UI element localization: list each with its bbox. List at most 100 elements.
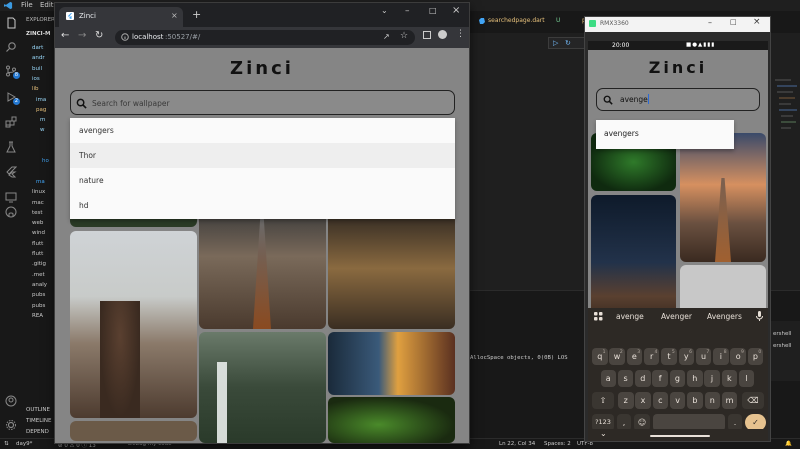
settings-gear-icon[interactable] bbox=[5, 419, 17, 431]
suggestion-item[interactable]: hd bbox=[70, 193, 455, 218]
wallpaper-image[interactable] bbox=[70, 421, 197, 441]
tree-item[interactable]: web bbox=[32, 220, 43, 227]
letter-key[interactable]: w2 bbox=[609, 348, 625, 365]
letter-key[interactable]: r4 bbox=[643, 348, 660, 365]
tree-item[interactable]: mac bbox=[32, 200, 44, 207]
notifications-icon[interactable]: 🔔 bbox=[785, 441, 792, 447]
emu-close-icon[interactable]: × bbox=[753, 17, 761, 27]
wallpaper-image[interactable] bbox=[328, 208, 455, 329]
new-tab-icon[interactable]: + bbox=[192, 8, 201, 21]
tab-search-chevron-icon[interactable]: ⌄ bbox=[381, 6, 388, 15]
minimize-icon[interactable]: – bbox=[405, 6, 410, 16]
letter-key[interactable]: q1 bbox=[592, 348, 608, 365]
remote-indicator-icon[interactable]: ⇅ bbox=[4, 441, 9, 447]
suggestion-item[interactable]: Thor bbox=[70, 143, 455, 168]
section-outline[interactable]: OUTLINE bbox=[26, 407, 50, 414]
tree-item[interactable]: linux bbox=[32, 189, 45, 196]
search-input[interactable]: Search for wallpaper bbox=[70, 90, 455, 115]
hide-keyboard-icon[interactable]: ⌄ bbox=[600, 429, 607, 438]
letter-key[interactable]: k bbox=[721, 370, 738, 387]
tree-item[interactable]: .gitig bbox=[32, 261, 46, 268]
section-dependencies[interactable]: DEPEND bbox=[26, 429, 49, 436]
cursor-position[interactable]: Ln 22, Col 34 bbox=[499, 441, 535, 447]
emu-minimize-icon[interactable]: – bbox=[708, 18, 712, 27]
tree-item[interactable]: REA bbox=[32, 313, 43, 320]
site-info-icon[interactable] bbox=[121, 33, 129, 41]
suggestion-item[interactable]: nature bbox=[70, 168, 455, 193]
tree-item[interactable]: dart bbox=[32, 45, 43, 52]
letter-key[interactable]: p0 bbox=[747, 348, 764, 365]
tree-item[interactable]: flutt bbox=[32, 241, 43, 248]
tree-item[interactable]: andr bbox=[32, 55, 45, 62]
tree-item[interactable]: pubs bbox=[32, 303, 45, 310]
section-timeline[interactable]: TIMELINE bbox=[26, 418, 51, 425]
bookmark-star-icon[interactable]: ☆ bbox=[400, 31, 408, 41]
reload-icon[interactable]: ↻ bbox=[95, 30, 103, 41]
tree-item[interactable]: analy bbox=[32, 282, 47, 289]
terminal-item-1[interactable]: ershell bbox=[773, 331, 791, 337]
tree-item[interactable]: ima bbox=[36, 97, 46, 104]
close-window-icon[interactable]: × bbox=[452, 5, 460, 16]
letter-key[interactable]: l bbox=[738, 370, 755, 387]
menu-edit[interactable]: Edit bbox=[40, 1, 54, 9]
letter-key[interactable]: c bbox=[652, 392, 669, 409]
home-gesture-bar[interactable] bbox=[650, 435, 710, 437]
tree-item[interactable]: lib bbox=[32, 86, 39, 93]
extensions-icon[interactable] bbox=[5, 116, 17, 128]
letter-key[interactable]: j bbox=[704, 370, 720, 387]
account-icon[interactable] bbox=[5, 395, 17, 407]
search-icon[interactable] bbox=[5, 41, 17, 53]
debug-continue-icon[interactable]: ▷ bbox=[553, 39, 558, 47]
letter-key[interactable]: s bbox=[617, 370, 634, 387]
tree-item[interactable]: pubs bbox=[32, 292, 45, 299]
forward-icon[interactable]: → bbox=[78, 30, 86, 41]
wallpaper-image[interactable] bbox=[199, 208, 326, 329]
wallpaper-image[interactable] bbox=[199, 332, 326, 443]
terminal-item-2[interactable]: ershell bbox=[773, 343, 791, 349]
github-icon[interactable] bbox=[5, 206, 17, 218]
tree-item[interactable]: w bbox=[40, 127, 45, 134]
remote-explorer-icon[interactable] bbox=[5, 191, 17, 203]
address-bar[interactable]: localhost :50527/#/ ↗ ☆ bbox=[115, 30, 415, 45]
letter-key[interactable]: x bbox=[635, 392, 651, 409]
wallpaper-image[interactable] bbox=[328, 397, 455, 443]
letter-key[interactable]: v bbox=[669, 392, 686, 409]
flutter-icon[interactable] bbox=[5, 166, 17, 178]
letter-key[interactable]: g bbox=[669, 370, 686, 387]
letter-key[interactable]: e3 bbox=[626, 348, 643, 365]
chrome-menu-icon[interactable]: ⋮ bbox=[456, 29, 465, 39]
letter-key[interactable]: f bbox=[652, 370, 668, 387]
tree-item[interactable]: .met bbox=[32, 272, 45, 279]
letter-key[interactable]: t5 bbox=[661, 348, 677, 365]
wallpaper-image[interactable] bbox=[328, 332, 455, 395]
letter-key[interactable]: y6 bbox=[678, 348, 694, 365]
indentation[interactable]: Spaces: 2 bbox=[544, 441, 571, 447]
letter-key[interactable]: u7 bbox=[695, 348, 712, 365]
tree-item[interactable]: wind bbox=[32, 230, 45, 237]
tree-item[interactable]: pag bbox=[36, 107, 46, 114]
files-icon[interactable] bbox=[5, 17, 17, 29]
testing-icon[interactable] bbox=[5, 141, 17, 153]
wallpaper-image[interactable] bbox=[680, 133, 766, 262]
tab-searchedpage[interactable]: searchedpage.dart bbox=[488, 17, 545, 24]
letter-key[interactable]: m bbox=[721, 392, 738, 409]
letter-key[interactable]: o9 bbox=[730, 348, 746, 365]
phone-suggestion-item[interactable]: avengers bbox=[604, 129, 639, 138]
emu-maximize-icon[interactable]: □ bbox=[730, 18, 737, 26]
debug-step-icon[interactable]: ↻ bbox=[565, 39, 571, 47]
suggestion-item[interactable]: avengers bbox=[70, 118, 455, 143]
tree-item[interactable]: buil bbox=[32, 66, 42, 73]
letter-key[interactable]: n bbox=[704, 392, 720, 409]
tree-item[interactable]: m bbox=[40, 117, 45, 124]
side-panel-icon[interactable] bbox=[423, 31, 431, 39]
wallpaper-image[interactable] bbox=[70, 231, 197, 418]
letter-key[interactable]: z bbox=[618, 392, 634, 409]
menu-file[interactable]: File bbox=[21, 1, 33, 9]
back-icon[interactable]: ← bbox=[61, 30, 69, 41]
tree-item[interactable]: ios bbox=[32, 76, 40, 83]
tree-item[interactable]: flutt bbox=[32, 251, 43, 258]
backspace-key[interactable]: ⌫ bbox=[742, 392, 764, 409]
letter-key[interactable]: b bbox=[687, 392, 703, 409]
tab-close-icon[interactable]: × bbox=[171, 11, 178, 20]
phone-search-input[interactable]: avenge bbox=[596, 88, 760, 111]
